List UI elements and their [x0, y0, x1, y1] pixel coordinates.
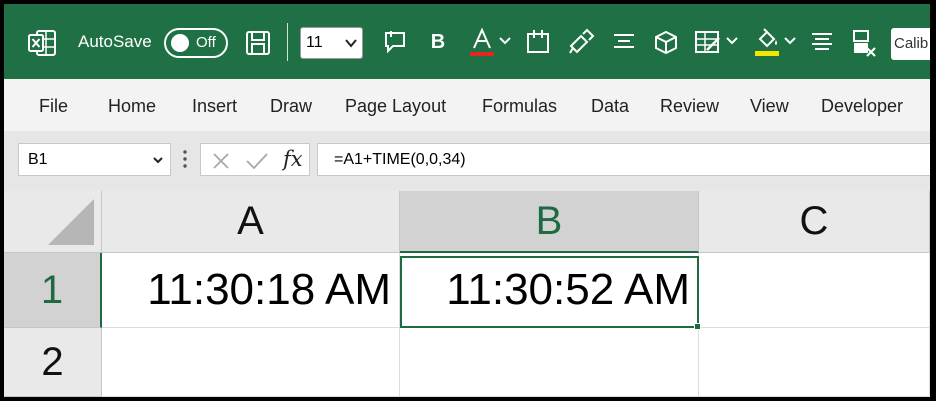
conditional-format-dropdown[interactable]: [725, 35, 739, 47]
align-icon: [812, 33, 832, 50]
cancel-icon[interactable]: [211, 151, 231, 171]
tab-file[interactable]: File: [39, 96, 68, 117]
bold-icon: B: [430, 30, 446, 53]
formula-text: =A1+TIME(0,0,34): [334, 151, 466, 168]
font-size-value: 11: [306, 34, 323, 51]
font-color-icon: [470, 27, 494, 56]
font-color-dropdown[interactable]: [498, 35, 512, 47]
enter-check-icon[interactable]: [245, 151, 269, 171]
chevron-down-icon: [784, 37, 796, 45]
autosave-toggle[interactable]: Off: [164, 28, 228, 58]
row-header-2[interactable]: 2: [4, 328, 102, 397]
tab-data[interactable]: Data: [591, 96, 629, 117]
title-bar: AutoSave Off 11 B Calib: [4, 4, 930, 79]
tab-home[interactable]: Home: [108, 96, 156, 117]
formula-tools: fx: [200, 143, 310, 176]
tab-review[interactable]: Review: [660, 96, 719, 117]
chevron-down-icon: [499, 37, 511, 45]
package-icon: [655, 30, 677, 55]
chevron-down-icon: [345, 39, 357, 48]
clear-format-icon: [853, 30, 876, 57]
select-all-triangle-icon: [48, 199, 94, 245]
format-painter-button[interactable]: [567, 28, 595, 56]
tab-view[interactable]: View: [750, 96, 789, 117]
font-name-dropdown[interactable]: Calib: [891, 28, 930, 60]
comment-icon: [385, 31, 405, 54]
cell-a1[interactable]: 11:30:18 AM: [102, 253, 400, 328]
save-icon: [246, 31, 270, 55]
column-header-a[interactable]: A: [102, 191, 400, 253]
fill-color-button[interactable]: [752, 26, 782, 58]
menu-bar: File Home Insert Draw Page Layout Formul…: [4, 79, 930, 131]
column-header-c[interactable]: C: [699, 191, 930, 253]
font-color-button[interactable]: [467, 26, 497, 58]
name-box-value: B1: [28, 151, 48, 168]
name-box[interactable]: B1: [18, 143, 171, 176]
tab-formulas[interactable]: Formulas: [482, 96, 557, 117]
package-button[interactable]: [652, 28, 680, 56]
borders-button[interactable]: [524, 28, 552, 56]
chevron-down-icon: [153, 157, 163, 164]
fill-color-icon: [755, 28, 779, 56]
clear-format-button[interactable]: [850, 28, 878, 58]
autosave-state: Off: [196, 34, 216, 51]
chevron-down-icon: [726, 37, 738, 45]
worksheet-grid: A B C 1 2 11:30:18 AM 11:30:52 AM: [4, 191, 930, 397]
insert-function-button[interactable]: fx: [283, 147, 303, 171]
cell-c2[interactable]: [699, 328, 930, 397]
autosave-toggle-knob: [171, 34, 189, 52]
tab-draw[interactable]: Draw: [270, 96, 312, 117]
fill-color-dropdown[interactable]: [783, 35, 797, 47]
align-center-icon: [614, 34, 634, 48]
excel-window: AutoSave Off 11 B Calib File Home Insert…: [4, 4, 930, 397]
align-button[interactable]: [808, 28, 836, 56]
formula-input[interactable]: =A1+TIME(0,0,34): [317, 143, 930, 176]
borders-icon: [527, 30, 549, 53]
tab-page-layout[interactable]: Page Layout: [345, 96, 446, 117]
autosave-label: AutoSave: [78, 32, 152, 51]
font-size-dropdown[interactable]: 11: [300, 27, 363, 59]
tab-developer[interactable]: Developer: [821, 96, 903, 117]
align-center-button[interactable]: [610, 28, 638, 56]
excel-logo-icon: [28, 30, 56, 56]
tab-insert[interactable]: Insert: [192, 96, 237, 117]
row-header-1[interactable]: 1: [4, 253, 102, 328]
select-all-corner[interactable]: [4, 191, 102, 253]
font-name-value: Calib: [894, 35, 929, 52]
formula-bar: B1 fx =A1+TIME(0,0,34): [4, 131, 930, 191]
format-painter-icon: [569, 28, 595, 54]
cell-b1[interactable]: 11:30:52 AM: [400, 253, 699, 328]
column-header-b[interactable]: B: [400, 191, 699, 253]
bold-button[interactable]: B: [425, 29, 451, 55]
conditional-format-button[interactable]: [693, 28, 723, 56]
fill-handle[interactable]: [694, 323, 701, 330]
cell-b2[interactable]: [400, 328, 699, 397]
cell-a2[interactable]: [102, 328, 400, 397]
cell-c1[interactable]: [699, 253, 930, 328]
more-options-icon[interactable]: [182, 148, 188, 170]
toolbar-separator: [287, 23, 288, 61]
comment-button[interactable]: [382, 29, 408, 55]
save-button[interactable]: [243, 28, 273, 58]
conditional-format-icon: [695, 31, 720, 53]
